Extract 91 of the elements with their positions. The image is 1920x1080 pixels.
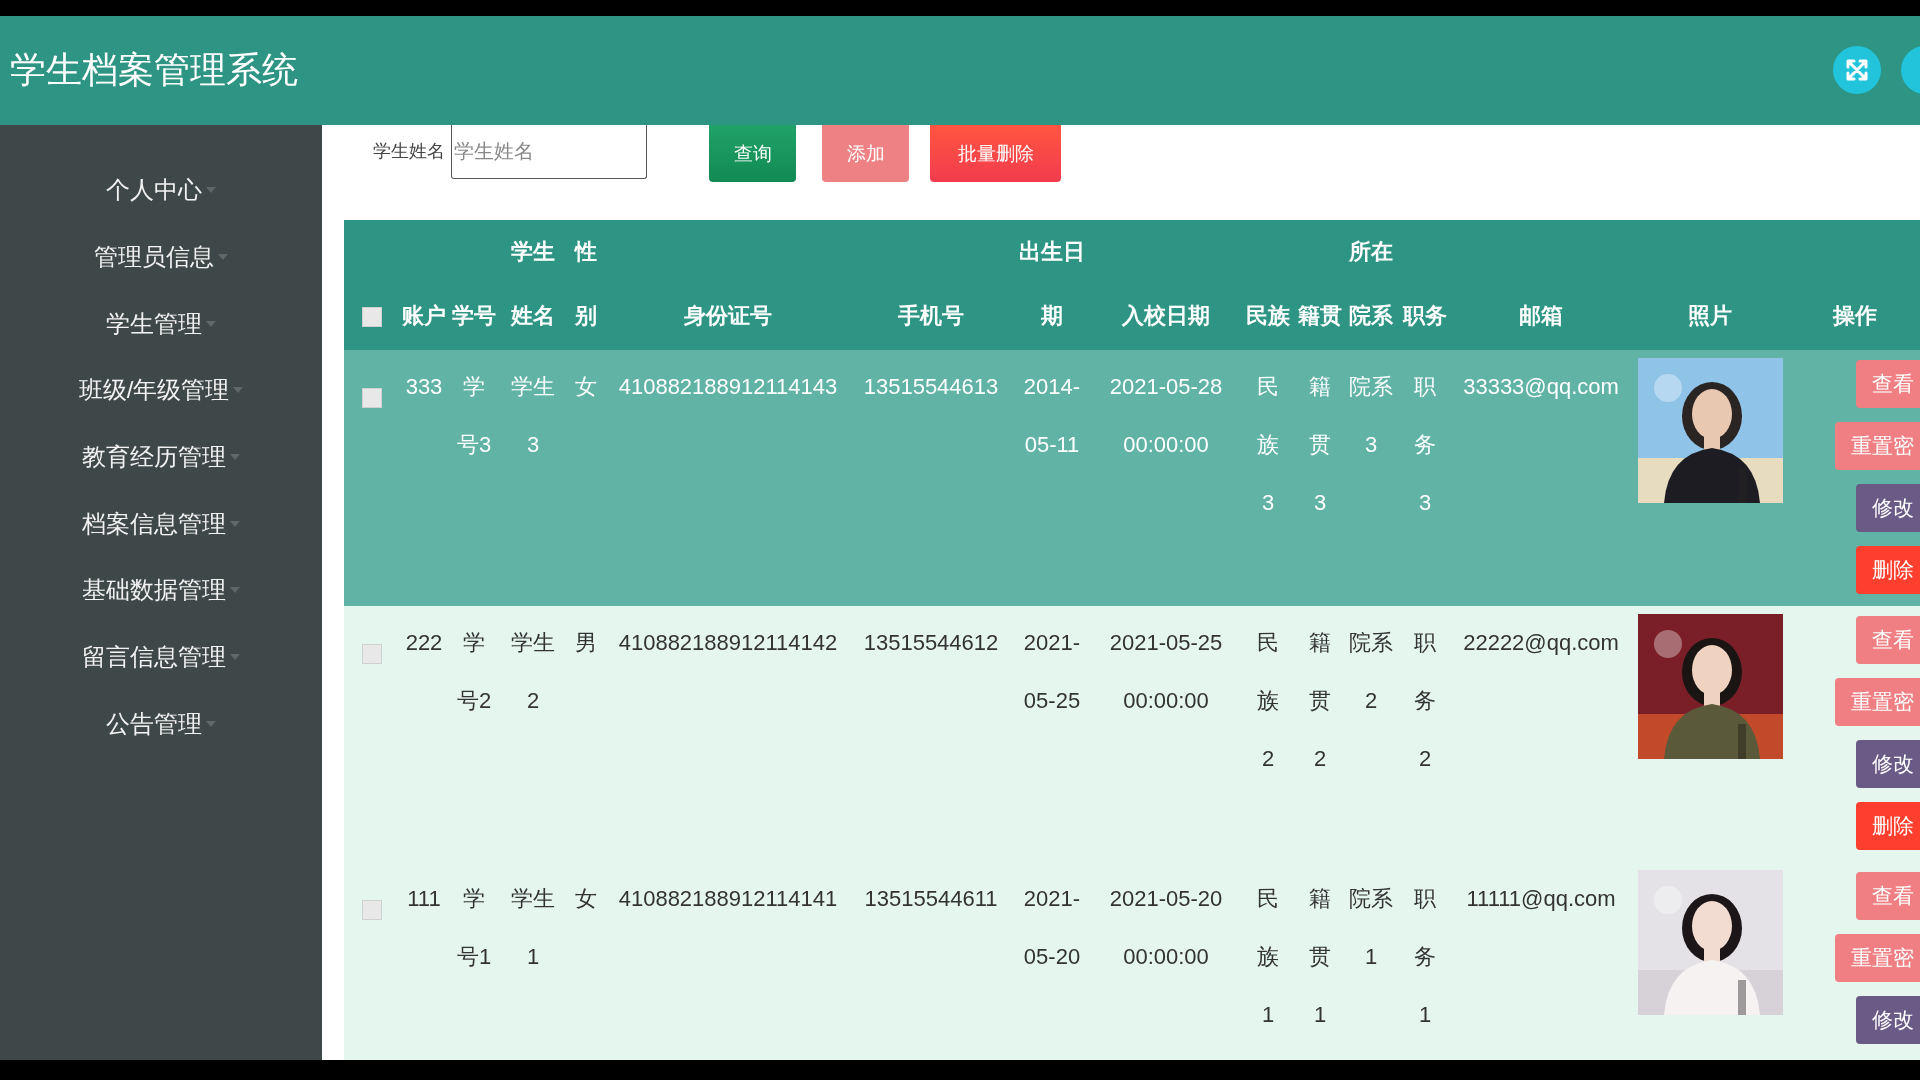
table-cell-text: 民族3: [1256, 373, 1280, 517]
caret-icon: [206, 187, 216, 194]
sidebar-item[interactable]: 公告管理: [0, 690, 322, 758]
table-cell-text: 女: [574, 373, 598, 401]
column-header: 所在院系: [1348, 238, 1394, 330]
sidebar-item[interactable]: 管理员信息: [0, 223, 322, 291]
caret-icon: [230, 587, 240, 594]
table-cell-text: 13515544611: [863, 885, 999, 913]
table-cell-text: 33333@qq.com: [1462, 373, 1620, 401]
table-cell-text: 学生2: [510, 629, 556, 715]
table-cell-text: 学生3: [510, 373, 556, 459]
column-header: 操作: [1831, 302, 1878, 330]
table-cell-text: 2021-05-28 00:00:00: [1108, 373, 1224, 459]
table-cell-text: 民族2: [1256, 629, 1280, 773]
table-cell-text: 学号1: [455, 885, 493, 971]
search-field[interactable]: 学生姓名: [451, 125, 647, 179]
app-title: 学生档案管理系统: [10, 48, 298, 92]
edit-button[interactable]: 修改: [1856, 484, 1920, 532]
column-header: 学号: [451, 302, 497, 330]
table-cell-text: 学生1: [510, 885, 556, 971]
caret-icon: [206, 720, 216, 727]
table-cell-text: 籍贯3: [1308, 373, 1332, 517]
column-header: 民族: [1245, 302, 1291, 330]
table-cell-text: 院系3: [1348, 373, 1394, 459]
table-row[interactable]: 333 学号3 学生3 女 410882188912114143 13515544613 2014-05-11 2021-05-28 00:00:00 民族3 籍贯3 院系3 职务3 33333@qq.com 查看 重置密 修改 删除: [344, 350, 1920, 606]
edit-button[interactable]: 修改: [1856, 996, 1920, 1044]
edit-button[interactable]: 修改: [1856, 740, 1920, 788]
table-row[interactable]: 222 学号2 学生2 男 410882188912114142 13515544612 2021-05-25 2021-05-25 00:00:00 民族2 籍贯2 院系2 职务2 22222@qq.com 查看 重置密 修改 删除: [344, 606, 1920, 862]
table-cell-text: 410882188912114141: [617, 885, 839, 913]
table-cell-text: 职务2: [1413, 629, 1437, 773]
table-cell-text: 学号3: [455, 373, 493, 459]
table-cell-text: 籍贯1: [1308, 885, 1332, 1029]
table-cell-text: 333: [404, 373, 444, 401]
caret-icon: [230, 520, 240, 527]
table-cell-text: 院系2: [1348, 629, 1394, 715]
checkbox[interactable]: [362, 388, 382, 409]
caret-icon: [230, 454, 240, 461]
fullscreen-icon[interactable]: [1833, 46, 1881, 94]
column-header: 职务: [1402, 302, 1448, 330]
table-cell-text: 410882188912114143: [617, 373, 839, 401]
column-header: 学生姓名: [510, 238, 556, 330]
table-cell-text: 2021-05-25: [1022, 629, 1082, 715]
column-header: 照片: [1687, 302, 1733, 330]
sidebar-item[interactable]: 教育经历管理: [0, 423, 322, 491]
sidebar-item[interactable]: 基础数据管理: [0, 557, 322, 624]
table-cell-text: 籍贯2: [1308, 629, 1332, 773]
sidebar-item[interactable]: 留言信息管理: [0, 623, 322, 691]
checkbox[interactable]: [362, 644, 382, 665]
table-cell-text: 学号2: [455, 629, 493, 715]
table-cell-text: 职务3: [1413, 373, 1437, 517]
sidebar-item[interactable]: 个人中心: [0, 157, 322, 224]
table-cell-text: 2021-05-25 00:00:00: [1108, 629, 1224, 715]
sidebar-item[interactable]: 档案信息管理: [0, 490, 322, 558]
column-header: 手机号: [897, 302, 965, 330]
checkbox[interactable]: [362, 307, 382, 328]
column-header: 账户: [401, 302, 447, 330]
table-cell-text: 职务1: [1413, 885, 1437, 1029]
sidebar-item[interactable]: 班级/年级管理: [0, 357, 322, 424]
column-header: 身份证号: [683, 302, 773, 330]
table-cell-text: 13515544613: [862, 373, 1000, 401]
search-button[interactable]: 查询: [709, 125, 796, 182]
table-cell-text: 13515544612: [862, 629, 1000, 657]
column-header: 性别: [573, 238, 598, 330]
table-cell-text: 111: [406, 885, 442, 913]
column-header: 入校日期: [1121, 302, 1211, 330]
table-cell-text: 410882188912114142: [617, 629, 839, 657]
caret-icon: [233, 387, 244, 394]
caret-icon: [206, 320, 216, 327]
caret-icon: [230, 654, 240, 661]
checkbox[interactable]: [362, 900, 382, 921]
column-header: 籍贯: [1297, 302, 1343, 330]
delete-button[interactable]: 批量删除: [930, 125, 1061, 182]
field-label: 学生姓名: [373, 140, 445, 163]
table-cell-text: 民族1: [1256, 885, 1280, 1029]
table-cell-text: 222: [404, 629, 444, 657]
table-cell-text: 院系1: [1348, 885, 1394, 971]
table-cell-text: 2021-05-20 00:00:00: [1108, 885, 1224, 971]
delete-button[interactable]: 删除: [1856, 546, 1920, 594]
table-cell-text: 2014-05-11: [1022, 373, 1082, 459]
table-cell-text: 11111@qq.com: [1465, 885, 1617, 913]
sidebar-item[interactable]: 学生管理: [0, 290, 322, 358]
table-cell-text: 男: [574, 629, 598, 657]
table-row[interactable]: 111 学号1 学生1 女 410882188912114141 13515544611 2021-05-20 2021-05-20 00:00:00 民族1 籍贯1 院系1 职务1 11111@qq.com 查看 重置密 修改: [344, 862, 1920, 1060]
caret-icon: [218, 254, 228, 261]
column-header: 邮箱: [1518, 302, 1564, 330]
column-header: 出生日期: [1018, 238, 1086, 330]
table-cell-text: 女: [574, 885, 598, 913]
table-cell-text: 2021-05-20: [1022, 885, 1082, 971]
round-icon[interactable]: [1901, 46, 1920, 94]
delete-button[interactable]: 删除: [1856, 802, 1920, 850]
table-cell-text: 22222@qq.com: [1462, 629, 1620, 657]
